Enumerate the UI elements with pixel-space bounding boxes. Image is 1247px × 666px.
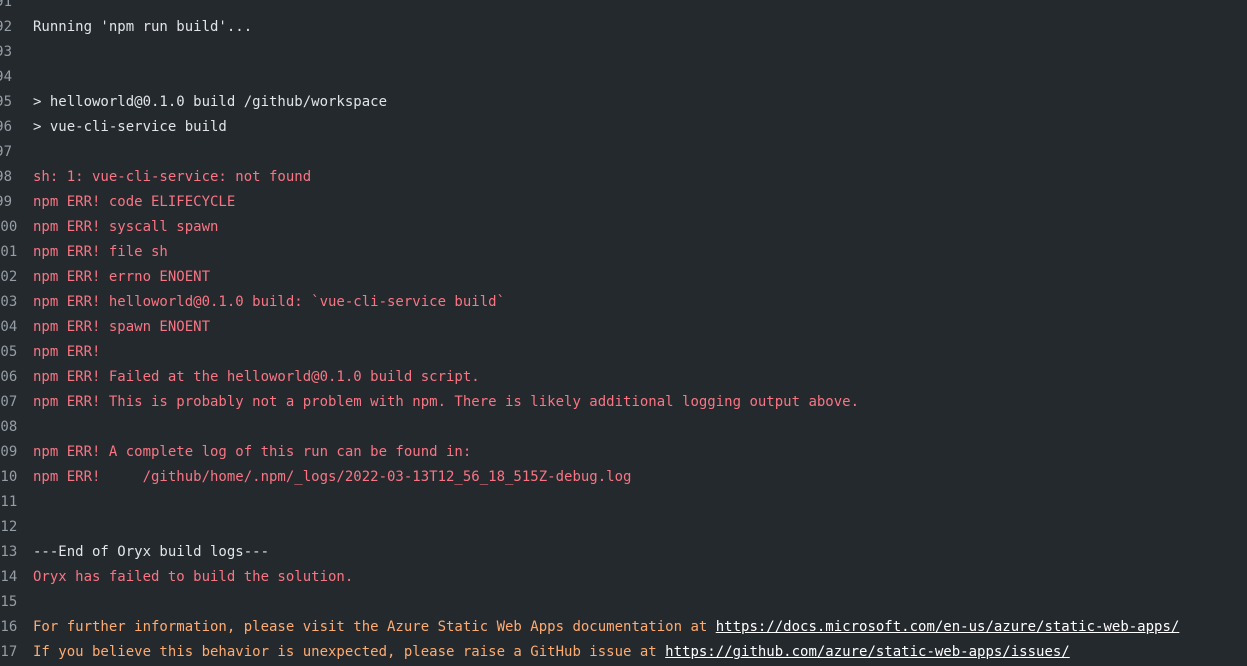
line-number: 104 — [0, 319, 18, 335]
log-text: sh: 1: vue-cli-service: not found — [33, 165, 311, 190]
line-number: 95 — [0, 94, 12, 110]
log-message: npm ERR! errno ENOENT — [33, 269, 211, 285]
log-message: npm ERR! spawn ENOENT — [33, 319, 211, 335]
log-line: 112 — [0, 515, 1247, 540]
log-text: npm ERR! code ELIFECYCLE — [33, 190, 235, 215]
log-text: npm ERR! — [33, 340, 100, 365]
log-line: 111 — [0, 490, 1247, 515]
log-text: npm ERR! This is probably not a problem … — [33, 390, 859, 415]
log-line: 116 For further information, please visit… — [0, 615, 1247, 640]
log-line: 93 — [0, 40, 1247, 65]
log-message: Running 'npm run build'... — [33, 19, 253, 35]
log-text: Running 'npm run build'... — [33, 15, 252, 40]
log-line: 92 Running 'npm run build'... — [0, 15, 1247, 40]
log-line: 97 — [0, 140, 1247, 165]
log-text: ---End of Oryx build logs--- — [33, 540, 269, 565]
line-number: 107 — [0, 394, 18, 410]
log-text: If you believe this behavior is unexpect… — [33, 640, 1070, 665]
log-line: 95 > helloworld@0.1.0 build /github/works… — [0, 90, 1247, 115]
line-number: 112 — [0, 519, 18, 535]
log-line: 98 sh: 1: vue-cli-service: not found — [0, 165, 1247, 190]
log-line: 99 npm ERR! code ELIFECYCLE — [0, 190, 1247, 215]
log-text: Oryx has failed to build the solution. — [33, 565, 353, 590]
log-text: npm ERR! errno ENOENT — [33, 265, 210, 290]
line-number: 110 — [0, 469, 18, 485]
line-number: 115 — [0, 594, 18, 610]
log-line: 117 If you believe this behavior is unexp… — [0, 640, 1247, 665]
log-line: 108 — [0, 415, 1247, 440]
line-number: 96 — [0, 119, 12, 135]
log-message: > vue-cli-service build — [33, 119, 227, 135]
log-message: npm ERR! Failed at the helloworld@0.1.0 … — [33, 369, 480, 385]
log-line: 110 npm ERR! /github/home/.npm/_logs/2022… — [0, 465, 1247, 490]
line-number: 91 — [0, 0, 12, 10]
line-number: 102 — [0, 269, 18, 285]
log-line: 102 npm ERR! errno ENOENT — [0, 265, 1247, 290]
line-number: 98 — [0, 169, 12, 185]
log-text: npm ERR! A complete log of this run can … — [33, 440, 471, 465]
line-number: 116 — [0, 619, 18, 635]
log-message: npm ERR! A complete log of this run can … — [33, 444, 472, 460]
line-number: 105 — [0, 344, 18, 360]
line-number: 108 — [0, 419, 18, 435]
log-line: 103 npm ERR! helloworld@0.1.0 build: `vue… — [0, 290, 1247, 315]
log-message: > helloworld@0.1.0 build /github/workspa… — [33, 94, 388, 110]
log-text: npm ERR! syscall spawn — [33, 215, 218, 240]
log-line: 94 — [0, 65, 1247, 90]
line-number: 113 — [0, 544, 18, 560]
log-text: npm ERR! spawn ENOENT — [33, 315, 210, 340]
log-message: npm ERR! /github/home/.npm/_logs/2022-03… — [33, 469, 632, 485]
log-message: npm ERR! syscall spawn — [33, 219, 219, 235]
log-link[interactable]: https://docs.microsoft.com/en-us/azure/s… — [716, 619, 1180, 635]
log-message: npm ERR! helloworld@0.1.0 build: `vue-cl… — [33, 294, 506, 310]
log-line: 106 npm ERR! Failed at the helloworld@0.1… — [0, 365, 1247, 390]
log-text: npm ERR! /github/home/.npm/_logs/2022-03… — [33, 465, 631, 490]
log-line: 101 npm ERR! file sh — [0, 240, 1247, 265]
log-message: If you believe this behavior is unexpect… — [33, 644, 666, 660]
log-line: 96 > vue-cli-service build — [0, 115, 1247, 140]
log-message: For further information, please visit th… — [33, 619, 716, 635]
log-message: ---End of Oryx build logs--- — [33, 544, 270, 560]
line-number: 93 — [0, 44, 12, 60]
line-number: 109 — [0, 444, 18, 460]
line-number: 103 — [0, 294, 18, 310]
log-text: > vue-cli-service build — [33, 115, 227, 140]
log-text: npm ERR! helloworld@0.1.0 build: `vue-cl… — [33, 290, 505, 315]
log-line: 91 — [0, 0, 1247, 15]
build-log: 91 92 Running 'npm run build'... 93 94 95 > he… — [0, 0, 1247, 666]
log-message: npm ERR! This is probably not a problem … — [33, 394, 860, 410]
log-text: > helloworld@0.1.0 build /github/workspa… — [33, 90, 387, 115]
log-message: npm ERR! code ELIFECYCLE — [33, 194, 236, 210]
line-number: 100 — [0, 219, 18, 235]
log-line: 113 ---End of Oryx build logs--- — [0, 540, 1247, 565]
line-number: 111 — [0, 494, 18, 510]
line-number: 99 — [0, 194, 12, 210]
line-number: 94 — [0, 69, 12, 85]
line-number: 106 — [0, 369, 18, 385]
log-message: npm ERR! — [33, 344, 101, 360]
line-number: 117 — [0, 644, 18, 660]
log-link[interactable]: https://github.com/azure/static-web-apps… — [665, 644, 1070, 660]
line-number: 114 — [0, 569, 18, 585]
log-message: npm ERR! file sh — [33, 244, 168, 260]
log-text: npm ERR! file sh — [33, 240, 168, 265]
log-line: 105 npm ERR! — [0, 340, 1247, 365]
log-line: 115 — [0, 590, 1247, 615]
log-message: sh: 1: vue-cli-service: not found — [33, 169, 312, 185]
log-line: 109 npm ERR! A complete log of this run c… — [0, 440, 1247, 465]
line-number: 97 — [0, 144, 12, 160]
line-number: 101 — [0, 244, 18, 260]
log-line: 114 Oryx has failed to build the solution… — [0, 565, 1247, 590]
line-number: 92 — [0, 19, 12, 35]
log-line: 104 npm ERR! spawn ENOENT — [0, 315, 1247, 340]
log-text: npm ERR! Failed at the helloworld@0.1.0 … — [33, 365, 480, 390]
log-line: 100 npm ERR! syscall spawn — [0, 215, 1247, 240]
log-text: For further information, please visit th… — [33, 615, 1179, 640]
log-line: 107 npm ERR! This is probably not a probl… — [0, 390, 1247, 415]
log-message: Oryx has failed to build the solution. — [33, 569, 354, 585]
